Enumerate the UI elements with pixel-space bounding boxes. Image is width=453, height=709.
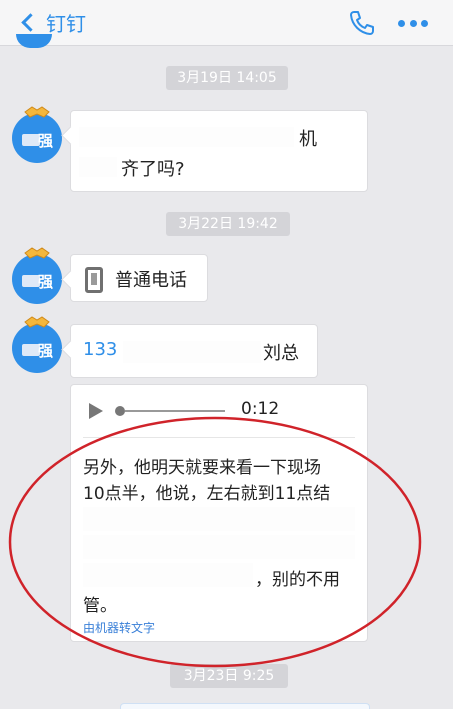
message-bubble xyxy=(120,703,370,709)
avatar-text: 强 xyxy=(38,132,54,150)
call-record-bubble[interactable]: 普通电话 xyxy=(70,254,208,302)
timestamp: 3月19日 14:05 xyxy=(166,66,288,90)
message-text: 机 xyxy=(299,129,317,150)
transcript-line: 管。 xyxy=(83,596,117,616)
redacted-area xyxy=(79,127,294,147)
chevron-left-icon xyxy=(21,12,40,32)
message-bubble[interactable]: 机 齐了吗? xyxy=(70,110,368,192)
avatar-text: 强 xyxy=(38,273,54,291)
avatar[interactable]: 强 xyxy=(12,316,62,373)
redacted-area xyxy=(79,157,117,177)
voice-progress-thumb[interactable] xyxy=(115,406,125,416)
handshake-icon xyxy=(24,247,50,259)
redacted-area xyxy=(83,563,253,587)
handshake-icon xyxy=(24,106,50,118)
handshake-icon xyxy=(24,316,50,328)
avatar[interactable]: 强 xyxy=(12,247,62,304)
divider xyxy=(83,437,355,438)
voice-progress-track[interactable] xyxy=(125,410,225,412)
message-text: 齐了吗? xyxy=(121,159,185,180)
avatar-text: 强 xyxy=(38,342,54,360)
more-options-icon[interactable] xyxy=(398,20,428,28)
timestamp: 3月22日 19:42 xyxy=(166,212,290,236)
phone-icon[interactable] xyxy=(348,9,376,37)
redacted-area xyxy=(83,507,355,531)
call-type-label: 普通电话 xyxy=(115,270,187,291)
navigation-bar: 钉钉 xyxy=(0,0,453,46)
back-label: 钉钉 xyxy=(46,11,86,36)
voice-message-card[interactable]: 0:12 另外，他明天就要来看一下现场 10点半，他说，左右就到11点结 ，别的… xyxy=(70,384,368,642)
play-icon[interactable] xyxy=(89,403,103,419)
message-bubble[interactable]: 133 刘总 xyxy=(70,324,318,378)
redacted-area xyxy=(83,535,355,559)
message-text: 刘总 xyxy=(263,343,299,364)
redacted-area xyxy=(123,341,261,363)
mobile-phone-icon xyxy=(85,267,103,293)
machine-transcription-label: 由机器转文字 xyxy=(83,621,156,635)
transcript-line: 另外，他明天就要来看一下现场 xyxy=(83,458,321,478)
timestamp: 3月23日 9:25 xyxy=(170,664,288,688)
chat-title xyxy=(140,12,320,36)
transcript-line: ，别的不用 xyxy=(255,570,340,590)
transcript-line: 10点半，他说，左右就到11点结 xyxy=(83,484,331,504)
voice-duration: 0:12 xyxy=(241,399,280,419)
avatar[interactable]: 强 xyxy=(12,106,62,163)
phone-number-link[interactable]: 133 xyxy=(83,339,117,360)
